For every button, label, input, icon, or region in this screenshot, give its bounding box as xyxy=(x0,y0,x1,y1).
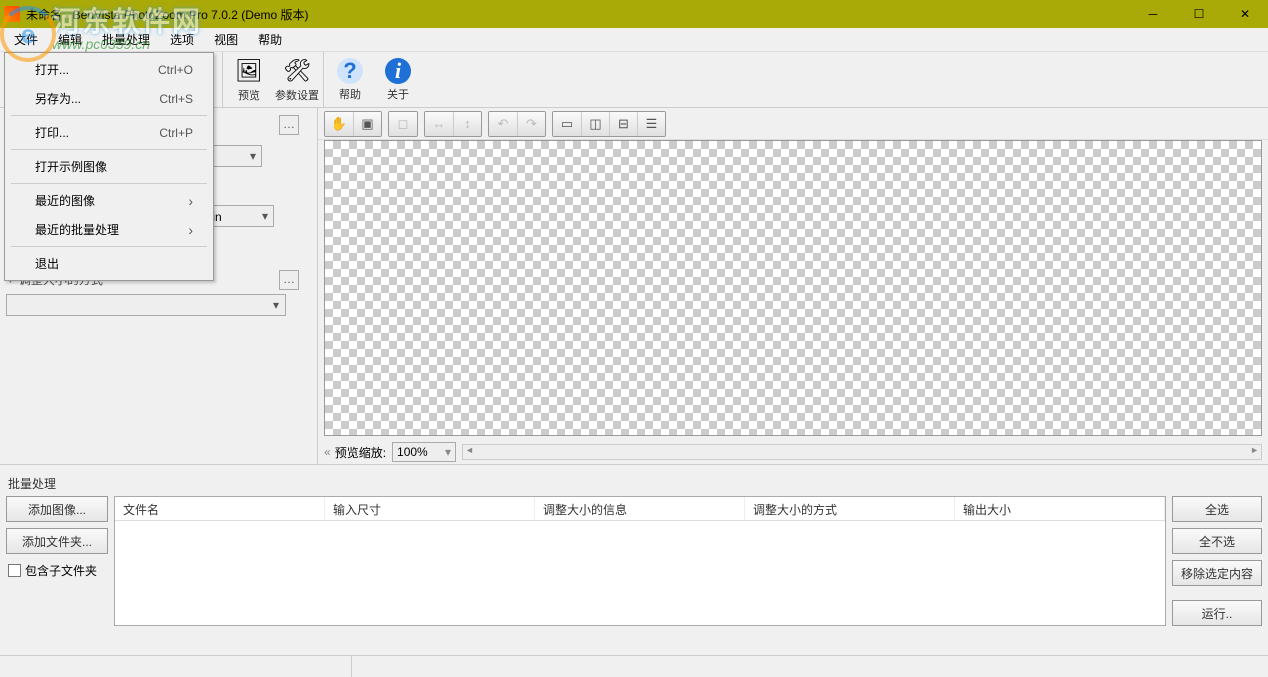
menu-recent-batch-label: 最近的批量处理 xyxy=(35,221,119,238)
menu-recent-images-label: 最近的图像 xyxy=(35,192,95,209)
col-resize-method[interactable]: 调整大小的方式 xyxy=(745,497,955,520)
view-split-v[interactable]: ◫ xyxy=(581,112,609,136)
horizontal-scrollbar[interactable] xyxy=(462,444,1262,460)
table-header: 文件名 输入尺寸 调整大小的信息 调整大小的方式 输出大小 xyxy=(115,497,1165,521)
menu-recent-images[interactable]: 最近的图像 xyxy=(7,186,211,215)
select-none-button[interactable]: 全不选 xyxy=(1172,528,1262,554)
menu-print-shortcut: Ctrl+P xyxy=(159,126,193,140)
menu-print[interactable]: 打印... Ctrl+P xyxy=(7,118,211,147)
select-all-button[interactable]: 全选 xyxy=(1172,496,1262,522)
menu-options[interactable]: 选项 xyxy=(160,28,204,51)
menu-separator xyxy=(11,183,207,184)
new-size-options-button[interactable]: … xyxy=(279,115,299,135)
toolbar-help[interactable]: ? 帮助 xyxy=(326,52,374,107)
remove-selected-button[interactable]: 移除选定内容 xyxy=(1172,560,1262,586)
menu-separator xyxy=(11,246,207,247)
help-icon: ? xyxy=(337,58,363,84)
col-resize-info[interactable]: 调整大小的信息 xyxy=(535,497,745,520)
preview-toolbar: ✋ ▣ ◻ ↔ ↕ ↶ ↷ ▭ ◫ ⊟ ☰ xyxy=(318,108,1268,140)
rotate-left[interactable]: ↶ xyxy=(489,112,517,136)
col-filename[interactable]: 文件名 xyxy=(115,497,325,520)
resize-method-options-button[interactable]: … xyxy=(279,270,299,290)
menu-open[interactable]: 打开... Ctrl+O xyxy=(7,55,211,84)
resize-method-select[interactable] xyxy=(6,294,286,316)
include-subfolders-checkbox[interactable] xyxy=(8,564,21,577)
view-split-stack[interactable]: ☰ xyxy=(637,112,665,136)
toolbar-preview[interactable]: 🖼 预览 xyxy=(225,52,273,107)
rotate-right[interactable]: ↷ xyxy=(517,112,545,136)
flip-vertical[interactable]: ↕ xyxy=(453,112,481,136)
add-images-button[interactable]: 添加图像... xyxy=(6,496,108,522)
toolbar-params[interactable]: 🛠 参数设置 xyxy=(273,52,321,107)
include-subfolders-row[interactable]: 包含子文件夹 xyxy=(6,560,108,581)
menu-save-as-shortcut: Ctrl+S xyxy=(159,92,193,106)
menu-help[interactable]: 帮助 xyxy=(248,28,292,51)
menu-open-label: 打开... xyxy=(35,61,69,78)
maximize-button[interactable]: ☐ xyxy=(1176,0,1222,28)
file-menu-dropdown: 打开... Ctrl+O 另存为... Ctrl+S 打印... Ctrl+P … xyxy=(4,52,214,281)
batch-panel: 批量处理 添加图像... 添加文件夹... 包含子文件夹 文件名 输入尺寸 调整… xyxy=(0,464,1268,632)
window-title: 未命名 - BenVista PhotoZoom Pro 7.0.2 (Demo… xyxy=(26,6,309,23)
batch-title: 批量处理 xyxy=(6,471,1262,496)
toolbar-preview-label: 预览 xyxy=(238,87,260,103)
menu-print-label: 打印... xyxy=(35,124,69,141)
app-icon xyxy=(4,6,20,22)
add-folder-button[interactable]: 添加文件夹... xyxy=(6,528,108,554)
menu-open-sample-label: 打开示例图像 xyxy=(35,158,107,175)
marquee-tool[interactable]: ▣ xyxy=(353,112,381,136)
menu-save-as-label: 另存为... xyxy=(35,90,81,107)
run-button[interactable]: 运行.. xyxy=(1172,600,1262,626)
titlebar: 未命名 - BenVista PhotoZoom Pro 7.0.2 (Demo… xyxy=(0,0,1268,28)
menu-file[interactable]: 文件 xyxy=(4,28,48,51)
menu-separator xyxy=(11,149,207,150)
zoom-select[interactable]: 100% xyxy=(392,442,456,462)
menu-open-shortcut: Ctrl+O xyxy=(158,63,193,77)
toolbar-about[interactable]: i 关于 xyxy=(374,52,422,107)
menu-save-as[interactable]: 另存为... Ctrl+S xyxy=(7,84,211,113)
collapse-icon[interactable]: « xyxy=(324,445,331,459)
view-single[interactable]: ▭ xyxy=(553,112,581,136)
menu-batch[interactable]: 批量处理 xyxy=(92,28,160,51)
menu-exit[interactable]: 退出 xyxy=(7,249,211,278)
menu-open-sample[interactable]: 打开示例图像 xyxy=(7,152,211,181)
menu-separator xyxy=(11,115,207,116)
zoom-value: 100% xyxy=(397,445,428,459)
statusbar xyxy=(0,655,1268,677)
preview-icon: 🖼 xyxy=(235,57,263,85)
preview-canvas[interactable] xyxy=(324,140,1262,436)
minimize-button[interactable]: ─ xyxy=(1130,0,1176,28)
include-subfolders-label: 包含子文件夹 xyxy=(25,562,97,579)
preview-area: ✋ ▣ ◻ ↔ ↕ ↶ ↷ ▭ ◫ ⊟ ☰ « 预览缩放: xyxy=(318,108,1268,464)
toolbar-params-label: 参数设置 xyxy=(275,87,319,103)
menu-view[interactable]: 视图 xyxy=(204,28,248,51)
menu-edit[interactable]: 编辑 xyxy=(48,28,92,51)
menu-recent-batch[interactable]: 最近的批量处理 xyxy=(7,215,211,244)
menubar: 文件 编辑 批量处理 选项 视图 帮助 xyxy=(0,28,1268,52)
col-input-size[interactable]: 输入尺寸 xyxy=(325,497,535,520)
crop-tool[interactable]: ◻ xyxy=(389,112,417,136)
col-output-size[interactable]: 输出大小 xyxy=(955,497,1165,520)
zoom-bar: « 预览缩放: 100% xyxy=(318,440,1268,464)
status-cell xyxy=(0,656,352,677)
flip-horizontal[interactable]: ↔ xyxy=(425,112,453,136)
toolbar-about-label: 关于 xyxy=(387,86,409,102)
hand-tool[interactable]: ✋ xyxy=(325,112,353,136)
batch-table[interactable]: 文件名 输入尺寸 调整大小的信息 调整大小的方式 输出大小 xyxy=(114,496,1166,626)
view-split-h[interactable]: ⊟ xyxy=(609,112,637,136)
zoom-label: 预览缩放: xyxy=(335,444,386,461)
toolbar-help-label: 帮助 xyxy=(339,86,361,102)
close-button[interactable]: ✕ xyxy=(1222,0,1268,28)
settings-icon: 🛠 xyxy=(283,57,311,85)
menu-exit-label: 退出 xyxy=(35,255,59,272)
info-icon: i xyxy=(385,58,411,84)
